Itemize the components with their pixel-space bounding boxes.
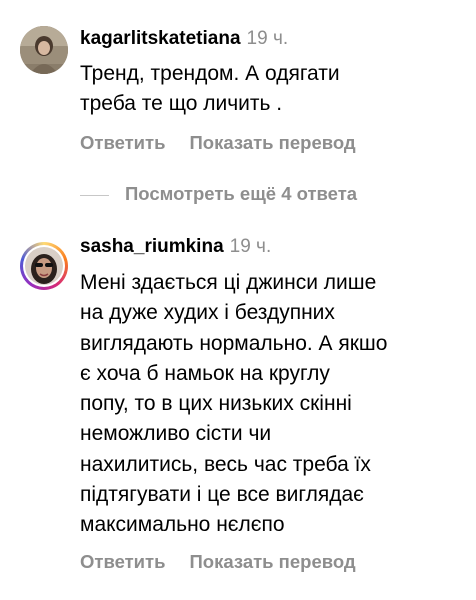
comment-actions: Ответить Показать перевод <box>80 131 356 155</box>
view-more-replies-label: Посмотреть ещё 4 ответа <box>125 183 358 204</box>
avatar[interactable] <box>20 242 68 290</box>
comment: kagarlitskatetiana 19 ч. Тренд, трендом. … <box>0 0 476 170</box>
comment-time: 19 ч. <box>246 28 289 49</box>
reply-button[interactable]: Ответить <box>80 131 166 155</box>
reply-button[interactable]: Ответить <box>80 550 166 574</box>
translate-button[interactable]: Показать перевод <box>190 550 356 574</box>
avatar-image <box>20 26 68 74</box>
replies-divider <box>80 194 109 196</box>
comment-header: kagarlitskatetiana 19 ч. <box>80 27 288 51</box>
comment-actions: Ответить Показать перевод <box>80 550 356 574</box>
username[interactable]: sasha_riumkina <box>80 236 224 257</box>
avatar[interactable] <box>20 26 68 74</box>
comment-header: sasha_riumkina 19 ч. <box>80 235 271 259</box>
view-more-replies-button[interactable]: Посмотреть ещё 4 ответа <box>80 182 357 206</box>
comment-time: 19 ч. <box>229 236 272 257</box>
avatar-image <box>25 247 63 285</box>
comment-text: Мені здається ці джинси лише на дуже худ… <box>80 271 388 537</box>
comment: sasha_riumkina 19 ч. Мені здається ці джи… <box>0 230 476 600</box>
translate-button[interactable]: Показать перевод <box>190 131 356 155</box>
username[interactable]: kagarlitskatetiana <box>80 28 241 49</box>
comment-text: Тренд, трендом. А одягати треба те що ли… <box>80 62 340 116</box>
